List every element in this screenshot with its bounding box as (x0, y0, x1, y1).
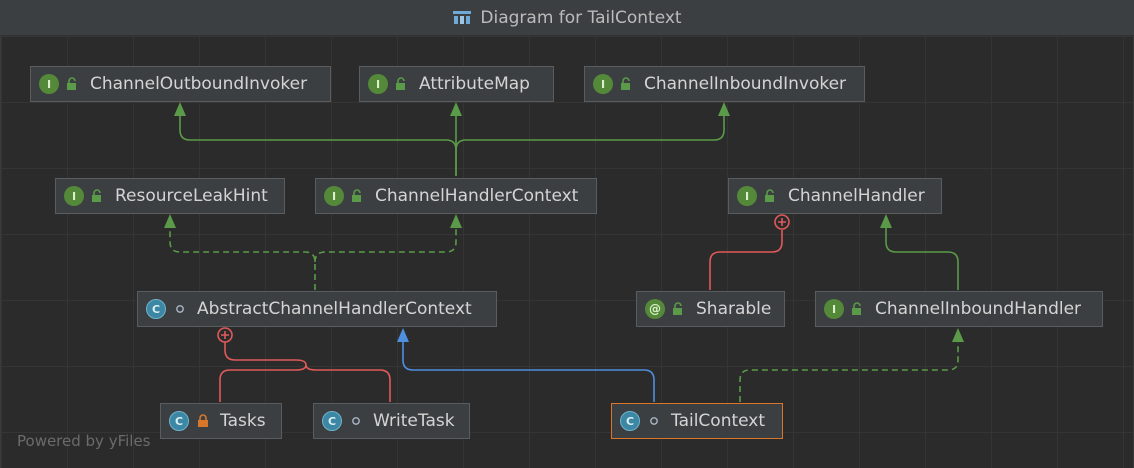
node-channel-inbound-invoker[interactable]: I ChannelInboundInvoker (584, 66, 865, 102)
package-private-icon (176, 305, 184, 313)
node-channel-outbound-invoker[interactable]: I ChannelOutboundInvoker (30, 66, 331, 102)
class-icon: C (322, 411, 342, 431)
public-lock-icon (396, 77, 405, 90)
node-tail-context[interactable]: C TailContext (611, 403, 783, 439)
node-label: ChannelInboundHandler (875, 299, 1082, 319)
diagram-icon (453, 10, 472, 24)
node-channel-handler[interactable]: I ChannelHandler (728, 178, 942, 214)
node-label: Sharable (696, 299, 772, 319)
class-icon: C (169, 411, 189, 431)
window-title: Diagram for TailContext (480, 7, 682, 28)
node-label: AttributeMap (419, 74, 530, 94)
package-private-icon (352, 417, 360, 425)
interface-icon: I (593, 74, 613, 94)
public-lock-icon (621, 77, 630, 90)
node-label: AbstractChannelHandlerContext (197, 299, 472, 319)
node-label: ResourceLeakHint (115, 186, 268, 206)
node-channel-handler-context[interactable]: I ChannelHandlerContext (315, 178, 597, 214)
interface-icon: I (39, 74, 59, 94)
public-lock-icon (352, 189, 361, 202)
class-icon: C (620, 411, 640, 431)
node-channel-inbound-handler[interactable]: I ChannelInboundHandler (815, 291, 1103, 327)
node-resource-leak-hint[interactable]: I ResourceLeakHint (55, 178, 285, 214)
node-write-task[interactable]: C WriteTask (313, 403, 470, 439)
node-label: ChannelOutboundInvoker (90, 74, 308, 94)
node-attribute-map[interactable]: I AttributeMap (359, 66, 554, 102)
public-lock-icon (673, 302, 682, 315)
node-abstract-channel-handler-context[interactable]: C AbstractChannelHandlerContext (137, 291, 497, 327)
node-tasks[interactable]: C Tasks (160, 403, 282, 439)
private-lock-icon (198, 414, 208, 427)
node-sharable[interactable]: @ Sharable (636, 291, 785, 327)
public-lock-icon (765, 189, 774, 202)
node-label: WriteTask (373, 411, 455, 431)
annotation-icon: @ (645, 299, 665, 319)
node-label: TailContext (671, 411, 766, 431)
interface-icon: I (324, 186, 344, 206)
node-label: ChannelInboundInvoker (644, 74, 847, 94)
public-lock-icon (67, 77, 76, 90)
diagram-window: Diagram for TailContext I ChannelOutboun… (0, 0, 1134, 468)
title-bar: Diagram for TailContext (0, 0, 1134, 36)
interface-icon: I (64, 186, 84, 206)
node-label: ChannelHandlerContext (375, 186, 579, 206)
abstract-class-icon: C (146, 299, 166, 319)
package-private-icon (650, 417, 658, 425)
node-label: Tasks (220, 411, 266, 431)
interface-icon: I (368, 74, 388, 94)
interface-icon: I (737, 186, 757, 206)
powered-by-footer: Powered by yFiles (17, 432, 151, 450)
interface-icon: I (824, 299, 844, 319)
public-lock-icon (852, 302, 861, 315)
node-label: ChannelHandler (788, 186, 925, 206)
public-lock-icon (92, 189, 101, 202)
